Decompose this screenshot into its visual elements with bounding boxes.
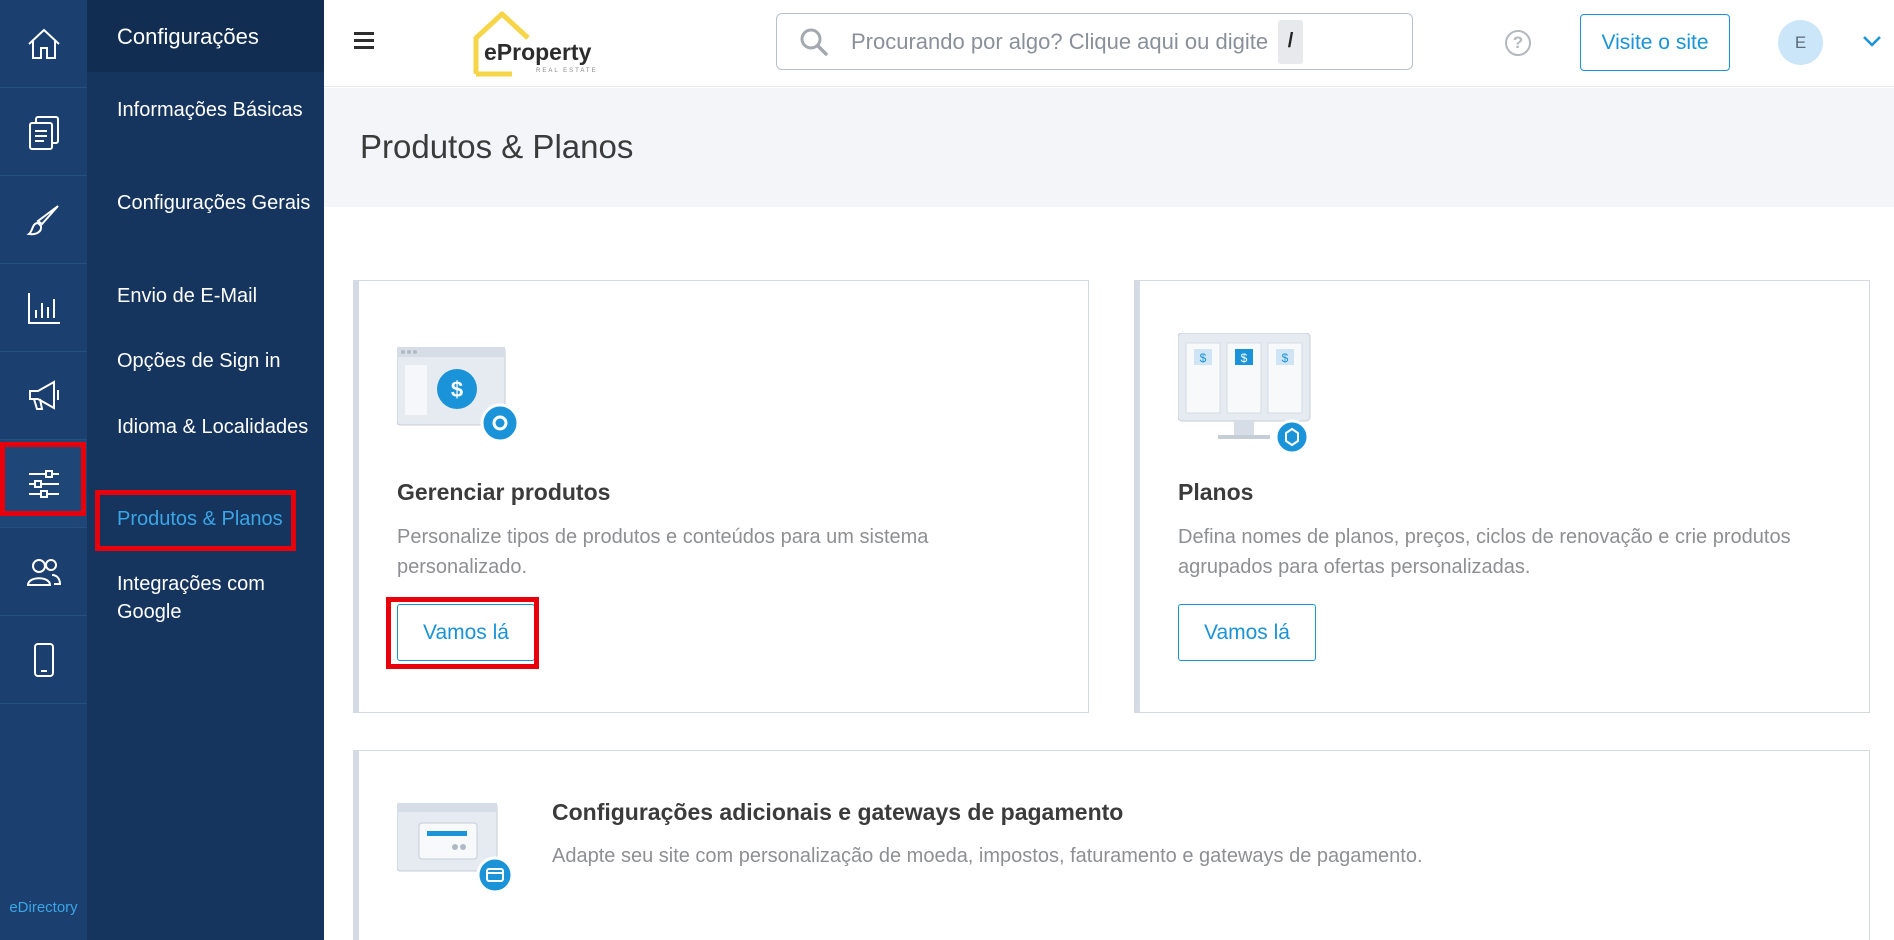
rail-marketing[interactable] bbox=[0, 352, 87, 440]
card-description: Defina nomes de planos, preços, ciclos d… bbox=[1178, 526, 1791, 578]
rail-settings[interactable] bbox=[0, 440, 87, 528]
sidebar-item-envio-email[interactable]: Envio de E-Mail bbox=[117, 282, 312, 310]
logo-text: eProperty bbox=[484, 39, 592, 65]
rail-content[interactable] bbox=[0, 88, 87, 176]
sidebar-item-integracoes-google[interactable]: Integrações com Google bbox=[117, 570, 312, 626]
rail-mobile[interactable] bbox=[0, 616, 87, 704]
svg-text:$: $ bbox=[451, 377, 463, 402]
rail-brand: eDirectory bbox=[9, 899, 78, 916]
svg-text:$: $ bbox=[1282, 351, 1289, 365]
eproperty-logo[interactable]: eProperty REAL ESTATE bbox=[472, 8, 612, 80]
products-settings-icon: $ bbox=[397, 347, 520, 443]
rail-home[interactable] bbox=[0, 0, 87, 88]
avatar[interactable]: E bbox=[1778, 20, 1823, 65]
card-title: Gerenciar produtos bbox=[397, 479, 611, 505]
sidebar-title: Configurações bbox=[87, 0, 324, 72]
reports-icon bbox=[27, 292, 60, 324]
search-icon bbox=[800, 28, 828, 56]
icon-rail: eDirectory bbox=[0, 0, 87, 940]
card-plans: $ $ $ Planos Defina nomes de planos, pre… bbox=[1134, 280, 1870, 713]
content-icon bbox=[28, 115, 59, 150]
card-payment-settings[interactable]: Configurações adicionais e gateways de p… bbox=[353, 750, 1870, 940]
settings-sidebar: Configurações Informações Básicas Config… bbox=[87, 0, 324, 940]
card-manage-products: $ Gerenciar produtos Personalize tipos d… bbox=[353, 280, 1089, 713]
sidebar-item-idioma[interactable]: Idioma & Localidades bbox=[117, 413, 312, 441]
rail-users[interactable] bbox=[0, 528, 87, 616]
sidebar-item-sign-in[interactable]: Opções de Sign in bbox=[117, 347, 312, 375]
brush-icon bbox=[25, 204, 59, 235]
logo-subtext: REAL ESTATE bbox=[536, 68, 598, 74]
mobile-icon bbox=[33, 642, 54, 677]
search-placeholder: Procurando por algo? Clique aqui ou digi… bbox=[851, 28, 1269, 54]
top-bar: eProperty REAL ESTATE Procurando por alg… bbox=[324, 0, 1894, 87]
rail-reports[interactable] bbox=[0, 264, 87, 352]
search-bar[interactable]: Procurando por algo? Clique aqui ou digi… bbox=[776, 13, 1413, 70]
page-title: Produtos & Planos bbox=[360, 128, 634, 165]
svg-text:$: $ bbox=[1241, 351, 1248, 365]
card-title: Configurações adicionais e gateways de p… bbox=[552, 799, 1124, 825]
megaphone-icon bbox=[28, 379, 59, 410]
search-shortcut-key: / bbox=[1278, 19, 1304, 64]
chevron-down-icon[interactable] bbox=[1861, 30, 1883, 52]
settings-sliders-icon bbox=[28, 469, 59, 498]
manage-products-go-button[interactable]: Vamos lá bbox=[397, 604, 535, 661]
svg-text:$: $ bbox=[1200, 351, 1207, 365]
page-header: Produtos & Planos bbox=[324, 88, 1894, 207]
card-title: Planos bbox=[1178, 479, 1254, 505]
rail-design[interactable] bbox=[0, 176, 87, 264]
menu-toggle-icon[interactable] bbox=[354, 32, 374, 52]
card-description: Adapte seu site com personalização de mo… bbox=[552, 845, 1423, 867]
sidebar-item-configuracoes-gerais[interactable]: Configurações Gerais bbox=[117, 189, 312, 217]
plans-monitor-icon: $ $ $ bbox=[1178, 333, 1311, 455]
card-description: Personalize tipos de produtos e conteúdo… bbox=[397, 526, 929, 578]
payment-card-icon bbox=[397, 803, 514, 894]
plans-go-button[interactable]: Vamos lá bbox=[1178, 604, 1316, 661]
visit-site-button[interactable]: Visite o site bbox=[1580, 14, 1730, 71]
help-icon[interactable]: ? bbox=[1505, 30, 1531, 56]
sidebar-item-informacoes-basicas[interactable]: Informações Básicas bbox=[117, 96, 312, 124]
users-icon bbox=[26, 558, 61, 586]
logo-house-icon: eProperty REAL ESTATE bbox=[473, 11, 598, 77]
sidebar-item-produtos-planos[interactable]: Produtos & Planos bbox=[117, 505, 312, 533]
home-icon bbox=[27, 28, 60, 59]
